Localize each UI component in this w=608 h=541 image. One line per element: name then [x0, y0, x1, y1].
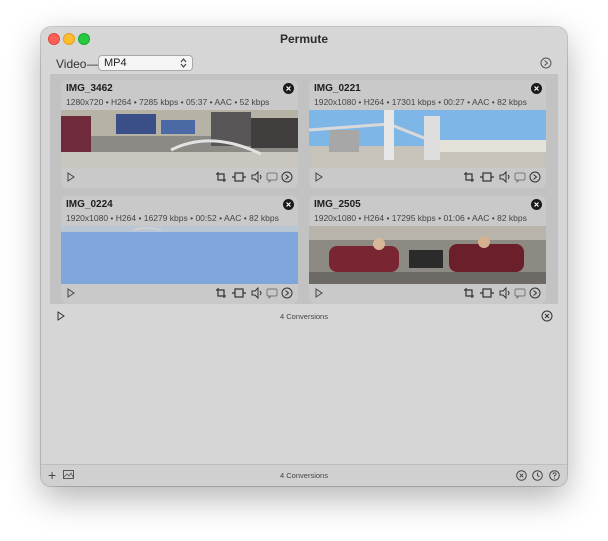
play-icon[interactable] [314, 172, 324, 182]
help-icon[interactable] [549, 470, 560, 481]
volume-icon[interactable] [499, 287, 511, 299]
file-metadata: 1280x720 • H264 • 7285 kbps • 05:37 • AA… [66, 97, 270, 107]
window-title: Permute [279, 32, 329, 46]
crop-icon[interactable] [215, 287, 227, 299]
file-metadata: 1920x1080 • H264 • 16279 kbps • 00:52 • … [66, 213, 279, 223]
video-thumbnail [61, 110, 298, 168]
title-bar: Permute [41, 27, 567, 51]
subtitles-icon[interactable] [514, 287, 526, 299]
settings-icon[interactable] [540, 57, 552, 69]
media-type-label: Video [56, 57, 87, 71]
crop-icon[interactable] [463, 171, 475, 183]
crop-icon[interactable] [463, 287, 475, 299]
crop-icon[interactable] [215, 171, 227, 183]
format-select-value: MP4 [104, 57, 127, 69]
chevron-updown-icon [180, 58, 187, 68]
volume-icon[interactable] [251, 287, 263, 299]
bottom-bar: + 4 Conversions [41, 464, 567, 486]
app-window: Permute Video — MP4 IMG_3462 1280x720 • … [41, 27, 567, 486]
play-icon[interactable] [66, 172, 76, 182]
file-metadata: 1920x1080 • H264 • 17301 kbps • 00:27 • … [314, 97, 527, 107]
clear-icon[interactable] [541, 310, 553, 322]
close-icon[interactable] [531, 83, 542, 94]
conversions-count: 4 Conversions [280, 312, 328, 321]
file-name: IMG_0224 [66, 199, 113, 210]
settings-icon[interactable] [529, 287, 541, 299]
close-icon[interactable] [531, 199, 542, 210]
video-thumbnail [309, 226, 546, 284]
conversion-grid: IMG_3462 1280x720 • H264 • 7285 kbps • 0… [50, 74, 558, 304]
subtitles-icon[interactable] [266, 171, 278, 183]
file-name: IMG_2505 [314, 199, 361, 210]
close-icon[interactable] [283, 199, 294, 210]
file-name: IMG_0221 [314, 83, 361, 94]
conversion-card[interactable]: IMG_0224 1920x1080 • H264 • 16279 kbps •… [61, 196, 298, 304]
video-thumbnail [61, 226, 298, 284]
history-icon[interactable] [532, 470, 543, 481]
play-icon[interactable] [66, 288, 76, 298]
conversion-card[interactable]: IMG_0221 1920x1080 • H264 • 17301 kbps •… [309, 80, 546, 188]
trim-icon[interactable] [479, 287, 495, 299]
video-thumbnail [309, 110, 546, 168]
subtitles-icon[interactable] [266, 287, 278, 299]
file-name: IMG_3462 [66, 83, 113, 94]
conversion-card[interactable]: IMG_3462 1280x720 • H264 • 7285 kbps • 0… [61, 80, 298, 188]
trim-icon[interactable] [231, 171, 247, 183]
file-metadata: 1920x1080 • H264 • 17295 kbps • 01:06 • … [314, 213, 527, 223]
volume-icon[interactable] [251, 171, 263, 183]
trim-icon[interactable] [479, 171, 495, 183]
settings-icon[interactable] [529, 171, 541, 183]
settings-icon[interactable] [281, 287, 293, 299]
settings-icon[interactable] [281, 171, 293, 183]
bottom-conversions-count: 4 Conversions [280, 471, 328, 480]
play-icon[interactable] [314, 288, 324, 298]
subtitles-icon[interactable] [514, 171, 526, 183]
volume-icon[interactable] [499, 171, 511, 183]
clear-icon[interactable] [516, 470, 527, 481]
close-icon[interactable] [283, 83, 294, 94]
format-select[interactable]: MP4 [98, 55, 193, 71]
conversion-card[interactable]: IMG_2505 1920x1080 • H264 • 17295 kbps •… [309, 196, 546, 304]
trim-icon[interactable] [231, 287, 247, 299]
